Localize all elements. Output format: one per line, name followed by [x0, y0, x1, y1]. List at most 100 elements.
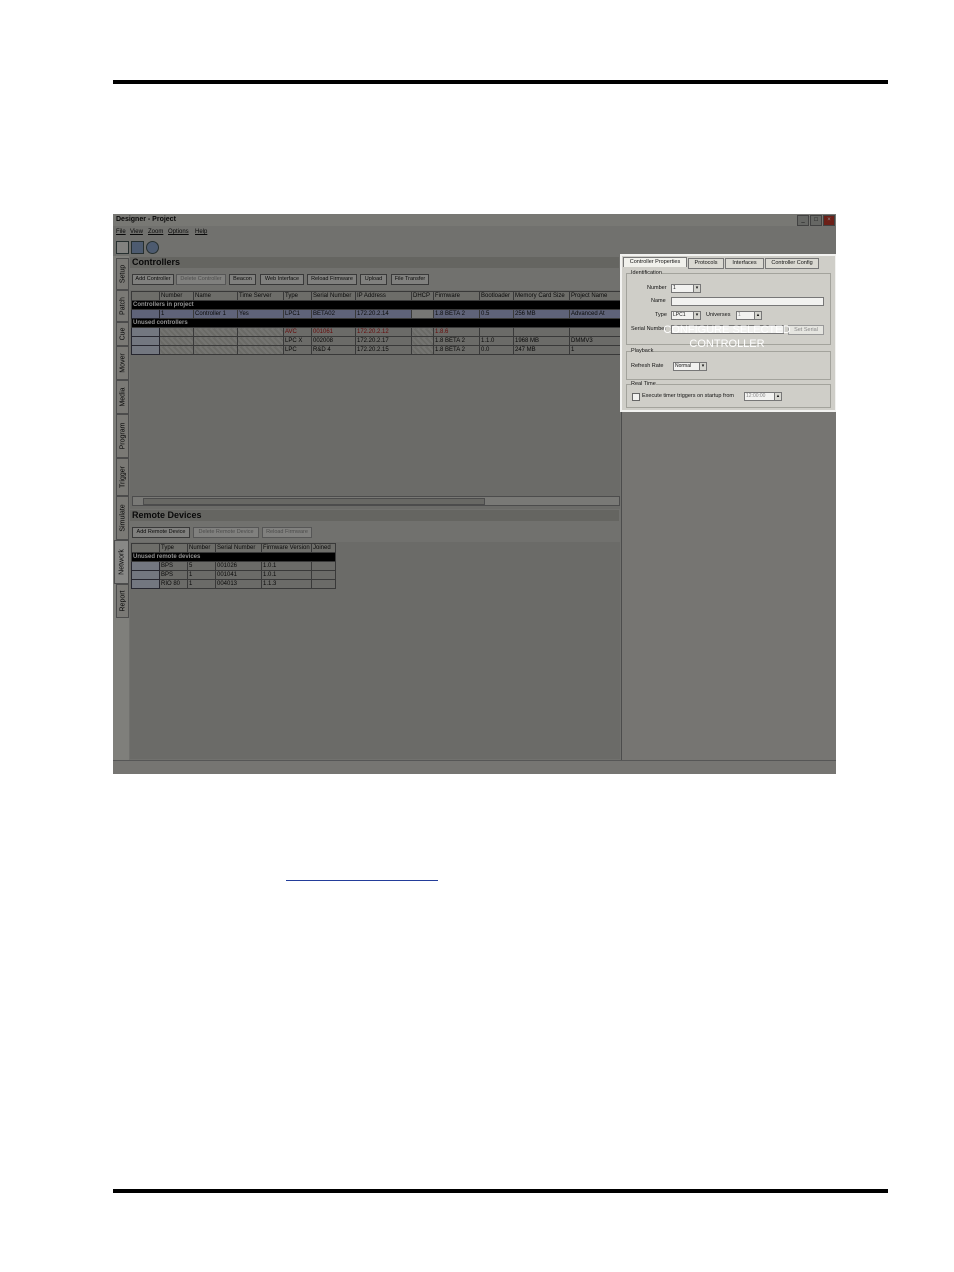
table-cell: 1.8.6: [433, 327, 480, 337]
table-row[interactable]: LPC X 002008 172.20.2.17 1.8 BETA 2 1.1.…: [131, 336, 622, 346]
tab-controller-properties[interactable]: Controller Properties: [623, 257, 687, 267]
tab-media[interactable]: Media: [116, 380, 129, 414]
add-remote-device-button[interactable]: Add Remote Device: [132, 527, 190, 538]
upload-button[interactable]: Upload: [360, 274, 387, 285]
tab-interfaces[interactable]: Interfaces: [725, 258, 764, 269]
column-header[interactable]: IP Address: [355, 291, 412, 301]
table-cell: [411, 327, 434, 337]
tab-trigger[interactable]: Trigger: [116, 458, 129, 496]
tab-simulate[interactable]: Simulate: [116, 496, 129, 540]
column-header[interactable]: Time Server: [237, 291, 284, 301]
column-header[interactable]: Number: [159, 291, 194, 301]
table-cell: LPC X: [283, 336, 312, 346]
row-selector[interactable]: [131, 570, 160, 580]
table-cell: 172.20.2.14: [355, 309, 412, 319]
identification-legend: Identification: [631, 270, 662, 276]
universes-field[interactable]: 1: [736, 311, 755, 320]
tab-patch[interactable]: Patch: [116, 290, 129, 322]
chevron-down-icon[interactable]: ▾: [693, 284, 701, 293]
tab-report[interactable]: Report: [116, 584, 129, 618]
table-cell: 1.8 BETA 2: [433, 336, 480, 346]
menu-zoom[interactable]: Zoom: [148, 229, 163, 235]
table-cell: 1: [187, 579, 216, 589]
web-interface-button[interactable]: Web Interface: [260, 274, 304, 285]
remote-devices-table: Type Number Serial Number Firmware Versi…: [131, 543, 336, 589]
startup-time-field[interactable]: 12:00:00: [744, 392, 775, 401]
spinner-icon[interactable]: ▴: [774, 392, 782, 401]
table-cell: RIO 80: [159, 579, 188, 589]
row-selector[interactable]: [131, 336, 160, 346]
tab-cue[interactable]: Cue: [116, 322, 129, 346]
tab-protocols[interactable]: Protocols: [688, 258, 724, 269]
table-cell: 001026: [215, 561, 262, 571]
reload-firmware-button[interactable]: Reload Firmware: [307, 274, 357, 285]
column-header[interactable]: Memory Card Size: [513, 291, 570, 301]
column-header[interactable]: [131, 543, 160, 553]
column-header[interactable]: Firmware: [433, 291, 480, 301]
column-header[interactable]: Number: [187, 543, 216, 553]
row-selector[interactable]: [131, 561, 160, 571]
open-icon[interactable]: [146, 241, 159, 254]
table-cell: [513, 327, 570, 337]
column-header[interactable]: Serial Number: [215, 543, 262, 553]
file-transfer-button[interactable]: File Transfer: [391, 274, 429, 285]
save-icon[interactable]: [131, 241, 144, 254]
column-header[interactable]: Serial Number: [311, 291, 356, 301]
table-row[interactable]: BPS 1 001041 1.0.1: [131, 570, 336, 580]
table-cell: BPS: [159, 561, 188, 571]
menu-options[interactable]: Options: [168, 229, 189, 235]
menu-view[interactable]: View: [130, 229, 143, 235]
type-select[interactable]: LPC1: [671, 311, 694, 320]
table-row[interactable]: LPC R&D 4 172.20.2.15 1.8 BETA 2 0.0 247…: [131, 345, 622, 355]
delete-remote-device-button[interactable]: Delete Remote Device: [193, 527, 259, 538]
type-label: Type: [655, 312, 667, 318]
new-file-icon[interactable]: [116, 241, 129, 254]
column-header[interactable]: Name: [193, 291, 238, 301]
close-button[interactable]: ×: [823, 215, 835, 226]
column-header[interactable]: DHCP: [411, 291, 434, 301]
tab-network[interactable]: Network: [114, 540, 129, 584]
minimize-button[interactable]: _: [797, 215, 809, 226]
add-controller-button[interactable]: Add Controller: [132, 274, 174, 285]
table-row[interactable]: BPS 5 001026 1.0.1: [131, 561, 336, 571]
column-header[interactable]: Project Name: [569, 291, 622, 301]
column-header[interactable]: Bootloader: [479, 291, 514, 301]
row-selector[interactable]: [131, 327, 160, 337]
row-selector[interactable]: [131, 309, 160, 319]
menu-help[interactable]: Help: [195, 229, 207, 235]
column-header[interactable]: Type: [283, 291, 312, 301]
tab-program[interactable]: Program: [116, 414, 129, 458]
number-field[interactable]: 1: [671, 284, 694, 293]
table-row[interactable]: AVC 001061 172.20.2.12 1.8.6: [131, 327, 622, 337]
menu-file[interactable]: File: [116, 229, 126, 235]
column-header[interactable]: Type: [159, 543, 188, 553]
reload-firmware-button[interactable]: Reload Firmware: [262, 527, 312, 538]
table-row[interactable]: 1 Controller 1 Yes LPC1 BETA02 172.20.2.…: [131, 309, 622, 319]
column-header[interactable]: Joined: [311, 543, 336, 553]
spinner-icon[interactable]: ▴: [754, 311, 762, 320]
row-selector[interactable]: [131, 345, 160, 355]
chevron-down-icon[interactable]: ▾: [693, 311, 701, 320]
table-cell: AVC: [283, 327, 312, 337]
tab-setup[interactable]: Setup: [116, 258, 129, 290]
column-header[interactable]: [131, 291, 160, 301]
section-label: Unused controllers: [131, 318, 622, 328]
window-title: Designer - Project: [116, 216, 176, 223]
scroll-thumb[interactable]: [143, 498, 485, 505]
maximize-button[interactable]: □: [810, 215, 822, 226]
bottom-rule: [113, 1189, 888, 1193]
table-cell: [193, 345, 238, 355]
tab-controller-config[interactable]: Controller Config: [765, 258, 819, 269]
name-field[interactable]: [671, 297, 824, 306]
table-row[interactable]: RIO 80 1 004013 1.1.3: [131, 579, 336, 589]
column-header[interactable]: Firmware Version: [261, 543, 312, 553]
execute-triggers-checkbox[interactable]: [632, 393, 640, 401]
link-underline[interactable]: [286, 880, 438, 881]
row-selector[interactable]: [131, 579, 160, 589]
table-cell: 1.8 BETA 2: [433, 309, 480, 319]
refresh-rate-select[interactable]: Normal: [673, 362, 700, 371]
tab-mover[interactable]: Mover: [116, 346, 129, 380]
beacon-button[interactable]: Beacon: [229, 274, 256, 285]
chevron-down-icon[interactable]: ▾: [699, 362, 707, 371]
delete-controller-button[interactable]: Delete Controller: [176, 274, 226, 285]
